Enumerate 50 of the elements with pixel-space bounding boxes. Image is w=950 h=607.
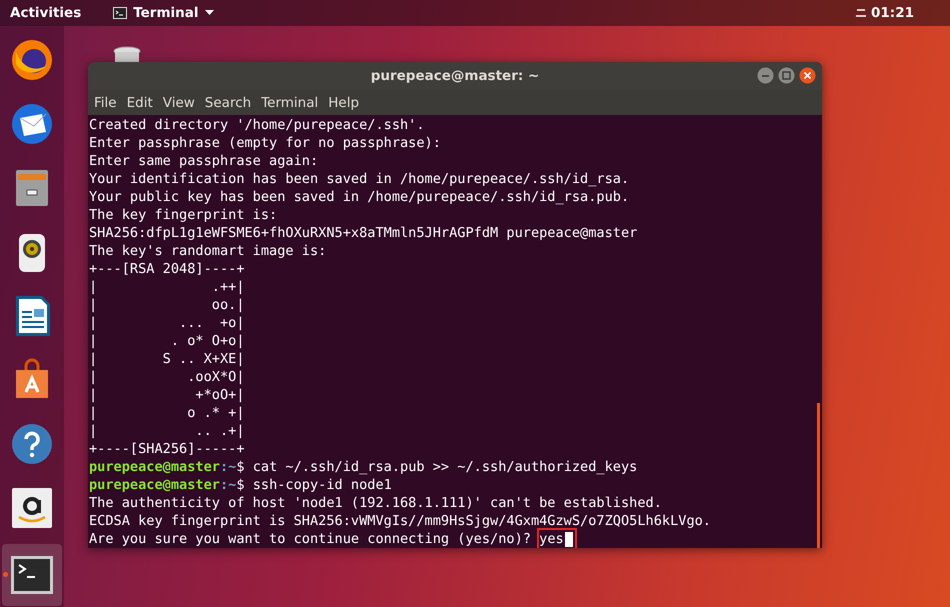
terminal-line: | . o* O+o| — [89, 332, 246, 350]
terminal-line: | .. .+| — [89, 422, 246, 440]
terminal-line: | o .* +| — [89, 404, 246, 422]
terminal-icon — [10, 555, 54, 595]
trash-icon — [112, 46, 142, 62]
terminal-line: The key fingerprint is: — [89, 206, 278, 224]
terminal-line: | oo.| — [89, 296, 246, 314]
terminal-line: | +*oO+| — [89, 386, 246, 404]
terminal-line: ECDSA key fingerprint is SHA256:vWMVgIs//mm9HsSjgw/4Gxm4GzwS/o7ZQO5Lh6kLVgo. — [89, 512, 712, 530]
typed-answer: yes — [539, 530, 575, 548]
dock-item[interactable] — [2, 544, 62, 606]
input-method-icon — [856, 8, 866, 18]
menu-item[interactable]: File — [94, 94, 117, 110]
menu-item[interactable]: Terminal — [261, 94, 318, 110]
terminal-line: The authenticity of host 'node1 (192.168.1.111)' can't be established. — [89, 494, 663, 512]
terminal-line: +---[RSA 2048]----+ — [89, 260, 246, 278]
terminal-line: Your public key has been saved in /home/purepeace/.ssh/id_rsa.pub. — [89, 188, 630, 206]
terminal-line: The key's randomart image is: — [89, 242, 328, 260]
terminal-line: SHA256:dfpL1g1eWFSME6+fhOXuRXN5+x8aTMmln5JHrAGPfdM purepeace@master — [89, 224, 638, 242]
terminal-line: Created directory '/home/purepeace/.ssh'. — [89, 116, 426, 134]
close-button[interactable] — [799, 67, 816, 84]
terminal-line: Enter same passphrase again: — [89, 152, 320, 170]
app-menu[interactable]: Terminal — [113, 5, 214, 21]
menu-item[interactable]: Search — [204, 94, 252, 110]
terminal-line: Your identification has been saved in /home/purepeace/.ssh/id_rsa. — [89, 170, 630, 188]
menu-item[interactable]: View — [162, 94, 195, 110]
maximize-button[interactable] — [778, 67, 795, 84]
terminal-line: +----[SHA256]-----+ — [89, 440, 246, 458]
menu-item[interactable]: Help — [328, 94, 360, 110]
terminal-line: | ... +o| — [89, 314, 246, 332]
menu-item[interactable]: Edit — [126, 94, 153, 110]
text-cursor — [564, 532, 573, 546]
terminal-icon — [113, 7, 128, 19]
terminal-line: Are you sure you want to continue connecting (yes/no)? — [89, 530, 532, 548]
terminal-line: purepeace@master:~$ cat ~/.ssh/id_rsa.pub >> ~/.ssh/authorized_keys — [89, 458, 638, 476]
running-indicator — [3, 572, 8, 577]
terminal-line: purepeace@master:~$ ssh-copy-id node1 — [89, 476, 393, 494]
terminal-line: | S .. X+XE| — [89, 350, 246, 368]
window-title: purepeace@master: ~ — [370, 68, 540, 84]
clock[interactable]: 01:21 — [871, 5, 914, 21]
terminal-line: | .++| — [89, 278, 246, 296]
firefox-icon — [10, 38, 54, 82]
activities-button[interactable]: Activities — [10, 5, 82, 21]
mail-icon — [10, 102, 54, 146]
minimize-button[interactable] — [757, 67, 774, 84]
terminal-line: | .ooX*O| — [89, 368, 246, 386]
caret-icon — [204, 10, 214, 16]
help-icon — [10, 422, 54, 466]
shopping-icon — [10, 486, 54, 530]
terminal-line: Enter passphrase (empty for no passphrase): — [89, 134, 442, 152]
